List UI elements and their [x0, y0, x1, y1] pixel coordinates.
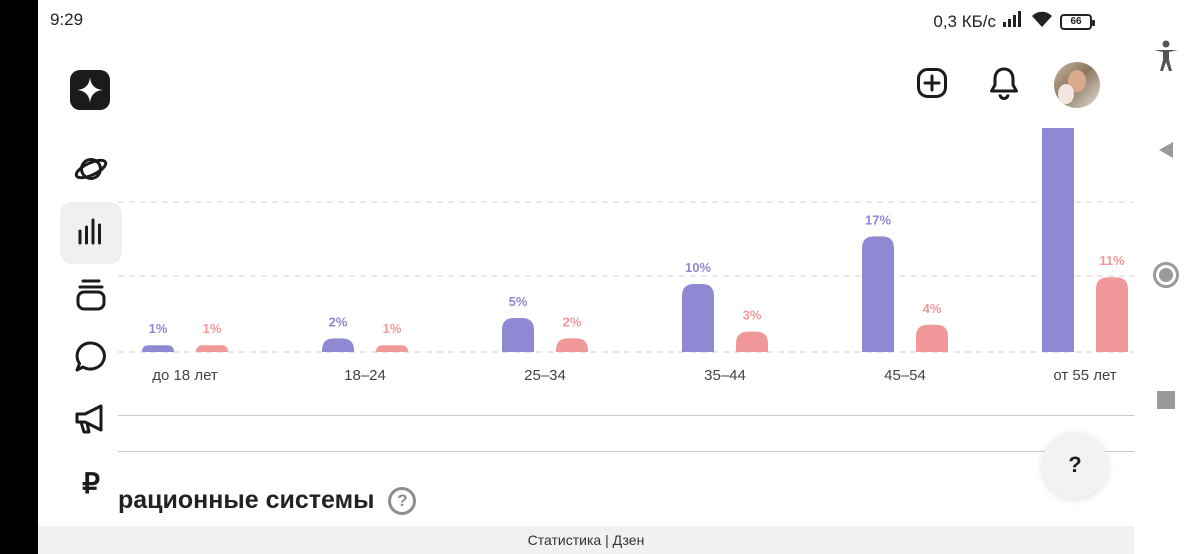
bar-value-label: 2%: [563, 314, 582, 329]
status-time: 9:29: [50, 10, 84, 29]
chart-bar: [862, 236, 894, 352]
chart-bar: [736, 331, 768, 352]
category-label: до 18 лет: [152, 367, 218, 384]
chart-bar: [502, 318, 534, 352]
add-icon: [916, 67, 948, 104]
bar-value-label: 1%: [383, 321, 402, 336]
add-button[interactable]: [910, 63, 954, 107]
bar-value-label: 11%: [1099, 253, 1125, 268]
divider: [118, 451, 1134, 452]
signal-icon: [1002, 11, 1024, 32]
chart-bar: [142, 345, 174, 352]
home-icon: [1152, 261, 1180, 294]
status-indicators: 0,3 КБ/с 66: [933, 10, 1095, 33]
age-chart-svg: 1% 1% до 18 лет 2% 1% 18–24 5% 2% 25–34 10% 3% 35–4…: [118, 128, 1134, 384]
megaphone-icon: [74, 403, 108, 440]
chart-bar: [1096, 277, 1128, 352]
system-nav-bar: [1134, 0, 1200, 554]
footer-bar: Статистика | Дзен: [38, 526, 1134, 554]
battery-icon: 66: [1060, 13, 1095, 30]
section-title: рационные системы ?: [118, 486, 417, 515]
network-speed: 0,3 КБ/с: [933, 11, 996, 31]
section-title-text: рационные системы: [118, 486, 375, 514]
stats-icon: [77, 217, 105, 250]
ruble-icon[interactable]: ₽: [60, 452, 122, 514]
header-actions: [910, 62, 1100, 108]
sidebar-item-comments[interactable]: [60, 328, 122, 390]
chart-bar: [376, 345, 408, 352]
category-label: от 55 лет: [1053, 367, 1116, 384]
help-icon[interactable]: ?: [388, 486, 417, 515]
wifi-icon: [1030, 10, 1054, 33]
bar-value-label: 2%: [329, 314, 348, 329]
back-button[interactable]: [1148, 134, 1184, 170]
accessibility-icon: [1152, 40, 1180, 77]
category-label: 35–44: [704, 367, 746, 384]
recents-icon: [1157, 390, 1175, 414]
age-chart: 1% 1% до 18 лет 2% 1% 18–24 5% 2% 25–34 10% 3% 35–4…: [118, 128, 1134, 388]
category-label: 25–34: [524, 367, 566, 384]
chart-bar: [682, 284, 714, 352]
app-screen: 9:29 0,3 КБ/с 66 ₽ 1% 1% до 18 лет 2% 1%…: [38, 0, 1134, 554]
avatar[interactable]: [1054, 62, 1100, 108]
help-button[interactable]: ?: [1042, 432, 1108, 498]
comment-icon: [74, 340, 108, 379]
bar-value-label: 10%: [685, 260, 711, 275]
sidebar-item-promotion[interactable]: [60, 390, 122, 452]
bar-value-label: 4%: [923, 301, 942, 316]
recents-button[interactable]: [1148, 384, 1184, 420]
bar-value-label: 17%: [865, 212, 891, 227]
category-label: 45–54: [884, 367, 926, 384]
accessibility-button[interactable]: [1148, 40, 1184, 76]
bell-icon: [988, 66, 1020, 105]
bar-value-label: 1%: [203, 321, 222, 336]
status-bar: 9:29 0,3 КБ/с 66: [38, 0, 1134, 40]
sidebar-item-feed[interactable]: [60, 140, 122, 202]
chart-bar: [1042, 128, 1074, 352]
chart-bar: [556, 338, 588, 352]
bar-value-label: 1%: [149, 321, 168, 336]
dzen-star-icon[interactable]: [70, 70, 110, 110]
notifications-button[interactable]: [982, 63, 1026, 107]
stack-icon: [75, 278, 107, 317]
planet-icon: [73, 151, 109, 192]
chart-bar: [916, 324, 948, 352]
category-label: 18–24: [344, 367, 386, 384]
divider: [118, 415, 1134, 416]
bar-value-label: 5%: [509, 294, 528, 309]
back-icon: [1156, 140, 1176, 165]
chart-bar: [322, 338, 354, 352]
sidebar-item-publications[interactable]: [60, 266, 122, 328]
sidebar-item-statistics[interactable]: [60, 202, 122, 264]
bar-value-label: 3%: [743, 308, 762, 323]
home-button[interactable]: [1148, 259, 1184, 295]
chart-bar: [196, 345, 228, 352]
